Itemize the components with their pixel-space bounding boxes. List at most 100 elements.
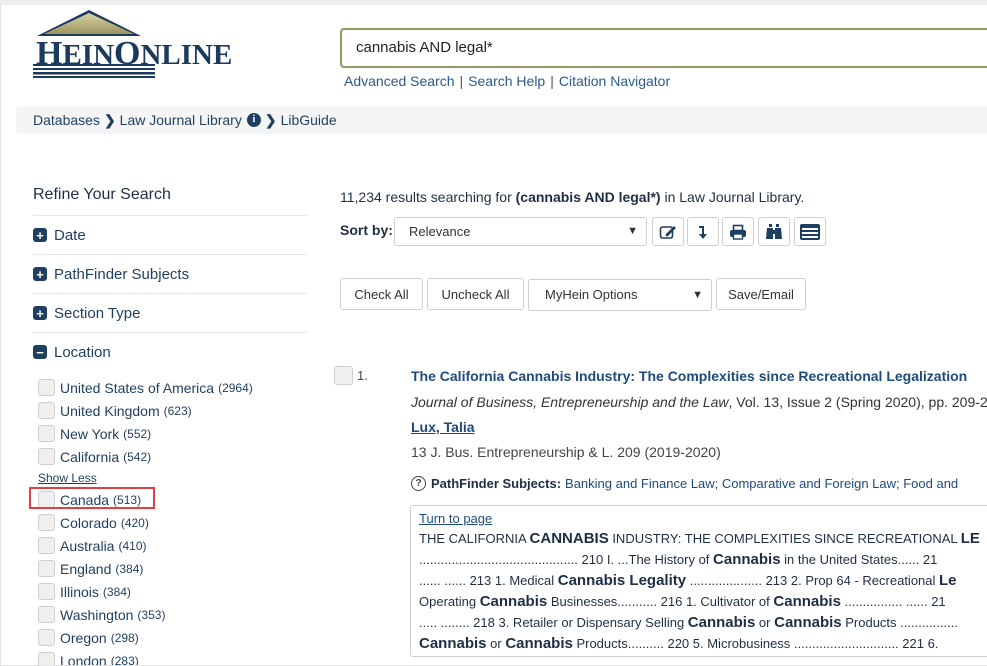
edit-icon bbox=[659, 225, 676, 239]
result-journal: Journal of Business, Entrepreneurship an… bbox=[411, 394, 987, 410]
facet-section-type[interactable]: + Section Type bbox=[33, 293, 307, 332]
logo-text: HEINONLINE bbox=[36, 35, 233, 72]
turn-to-page-link[interactable]: Turn to page bbox=[419, 510, 987, 528]
download-icon bbox=[699, 225, 707, 239]
results-query: (cannabis AND legal*) bbox=[515, 189, 661, 205]
snippet-lines: THE CALIFORNIA CANNABIS INDUSTRY: THE CO… bbox=[419, 528, 987, 654]
snippet-hit: Cannabis bbox=[713, 551, 781, 568]
list-view-button[interactable] bbox=[794, 217, 826, 246]
journal-name: Journal of Business, Entrepreneurship an… bbox=[411, 394, 729, 410]
location-checkbox[interactable] bbox=[38, 514, 55, 531]
help-circle-icon[interactable]: ? bbox=[411, 476, 426, 491]
plus-square-icon: + bbox=[33, 228, 47, 242]
check-all-button[interactable]: Check All bbox=[340, 278, 423, 310]
uncheck-all-button[interactable]: Uncheck All bbox=[427, 278, 524, 310]
location-checkbox[interactable] bbox=[38, 448, 55, 465]
snippet-hit: Cannabis bbox=[773, 593, 841, 610]
highlight-annotation bbox=[29, 487, 155, 509]
chevron-right-icon: ❯ bbox=[264, 112, 277, 128]
location-item[interactable]: California (542) bbox=[38, 445, 253, 468]
location-item[interactable]: United States of America (2964) bbox=[38, 376, 253, 399]
location-count: (384) bbox=[102, 584, 131, 599]
snippet-hit: Le bbox=[939, 572, 957, 589]
location-count: (2964) bbox=[218, 380, 253, 395]
snippet-text: ...... ...... 213 1. Medical bbox=[419, 573, 558, 588]
location-checkbox[interactable] bbox=[38, 606, 55, 623]
snippet-text: THE CALIFORNIA bbox=[419, 531, 530, 546]
location-count: (623) bbox=[163, 403, 192, 418]
snippet-hit: Cannabis bbox=[505, 635, 573, 652]
location-item[interactable]: Washington (353) bbox=[38, 603, 253, 626]
snippet-hit: Cannabis bbox=[687, 614, 756, 631]
journal-details: , Vol. 13, Issue 2 (Spring 2020), pp. 20… bbox=[728, 394, 987, 410]
facet-pathfinder-subjects[interactable]: + PathFinder Subjects bbox=[33, 254, 307, 293]
results-count-text: 11,234 results searching for bbox=[340, 189, 516, 205]
location-checkbox[interactable] bbox=[38, 537, 55, 554]
result-checkbox[interactable] bbox=[334, 366, 353, 385]
location-checkbox[interactable] bbox=[38, 402, 55, 419]
location-item[interactable]: London (283) bbox=[38, 649, 253, 666]
facet-date[interactable]: + Date bbox=[33, 215, 307, 254]
location-checkbox[interactable] bbox=[38, 379, 55, 396]
location-item[interactable]: Illinois (384) bbox=[38, 580, 253, 603]
location-checkbox[interactable] bbox=[38, 652, 55, 665]
subjects-label: PathFinder Subjects: bbox=[431, 476, 562, 491]
result-number: 1. bbox=[357, 368, 368, 383]
result-citation: 13 J. Bus. Entrepreneurship & L. 209 (20… bbox=[411, 444, 721, 460]
location-name: Washington bbox=[60, 606, 134, 623]
location-checkbox[interactable] bbox=[38, 583, 55, 600]
location-name: United Kingdom bbox=[60, 402, 160, 419]
location-checkbox[interactable] bbox=[38, 629, 55, 646]
snippet-text: ........................................… bbox=[419, 552, 714, 567]
location-item[interactable]: United Kingdom (623) bbox=[38, 399, 253, 422]
snippet-text: Businesses........... 216 1. Cultivator … bbox=[547, 594, 774, 609]
location-count: (542) bbox=[123, 449, 152, 464]
show-less-link[interactable]: Show Less bbox=[38, 468, 253, 488]
location-item[interactable]: England (384) bbox=[38, 557, 253, 580]
search-help-link[interactable]: Search Help bbox=[468, 73, 545, 89]
print-button[interactable] bbox=[722, 217, 754, 246]
myhein-options-select[interactable]: MyHein Options ▼ bbox=[528, 279, 712, 311]
snippet-text: .................... 213 2. Prop 64 - Re… bbox=[686, 573, 940, 588]
save-email-button[interactable]: Save/Email bbox=[716, 278, 806, 310]
result-snippet: Turn to page THE CALIFORNIA CANNABIS IND… bbox=[410, 505, 987, 657]
location-checkbox[interactable] bbox=[38, 425, 55, 442]
location-count: (353) bbox=[137, 607, 166, 622]
result-author-link[interactable]: Lux, Talia bbox=[411, 419, 475, 435]
snippet-line: ..... ........ 218 3. Retailer or Dispen… bbox=[419, 612, 987, 633]
snippet-line: Cannabis or Cannabis Products.......... … bbox=[419, 633, 987, 654]
location-name: United States of America bbox=[60, 379, 215, 396]
location-item[interactable]: Australia (410) bbox=[38, 534, 253, 557]
citation-navigator-link[interactable]: Citation Navigator bbox=[559, 73, 670, 89]
chevron-down-icon: ▼ bbox=[627, 225, 638, 237]
breadcrumb-law-journal-library[interactable]: Law Journal Library bbox=[120, 106, 242, 134]
facet-location[interactable]: − Location bbox=[33, 332, 307, 371]
advanced-search-link[interactable]: Advanced Search bbox=[344, 73, 455, 89]
location-count: (283) bbox=[110, 653, 139, 666]
location-checkbox[interactable] bbox=[38, 560, 55, 577]
subjects-list[interactable]: Banking and Finance Law; Comparative and… bbox=[565, 476, 958, 491]
snippet-text: ................ ...... 21 bbox=[840, 594, 946, 609]
location-count: (298) bbox=[110, 630, 139, 645]
result-title-link[interactable]: The California Cannabis Industry: The Co… bbox=[411, 368, 967, 384]
location-count: (420) bbox=[120, 515, 149, 530]
result-subjects: ? PathFinder Subjects: Banking and Finan… bbox=[411, 476, 958, 491]
search-input[interactable]: cannabis AND legal* bbox=[340, 28, 987, 68]
separator: | bbox=[459, 73, 464, 89]
search-links: Advanced Search | Search Help | Citation Nav… bbox=[344, 73, 670, 89]
binoculars-icon bbox=[766, 223, 782, 239]
heinonline-logo[interactable]: HEINONLINE bbox=[31, 9, 236, 79]
location-item[interactable]: Colorado (420) bbox=[38, 511, 253, 534]
location-item[interactable]: New York (552) bbox=[38, 422, 253, 445]
sort-select[interactable]: Relevance ▼ bbox=[394, 217, 647, 246]
plus-square-icon: + bbox=[33, 306, 47, 320]
location-item[interactable]: Oregon (298) bbox=[38, 626, 253, 649]
find-button[interactable] bbox=[758, 217, 790, 246]
refine-search-title: Refine Your Search bbox=[33, 186, 171, 203]
info-icon[interactable]: i bbox=[246, 113, 261, 127]
breadcrumb-databases[interactable]: Databases bbox=[33, 106, 100, 134]
download-button[interactable] bbox=[687, 217, 719, 246]
snippet-text: or bbox=[486, 636, 506, 651]
edit-button[interactable] bbox=[652, 217, 684, 246]
breadcrumb-libguide[interactable]: LibGuide bbox=[281, 106, 337, 134]
